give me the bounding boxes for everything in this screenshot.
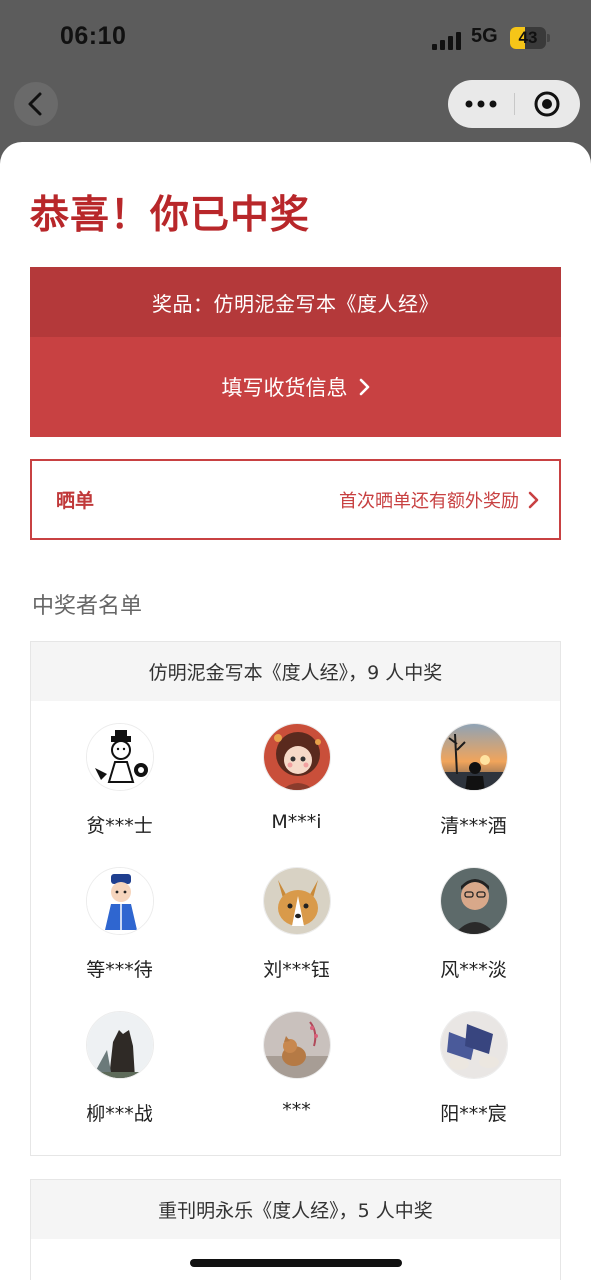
avatar — [440, 723, 508, 791]
chevron-right-icon — [358, 378, 370, 396]
avatar — [86, 867, 154, 935]
winner-item: 柳***战 — [31, 989, 208, 1125]
winner-item: 贫***士 — [31, 701, 208, 837]
mini-program-capsule — [448, 80, 580, 128]
winner-name: 贫***士 — [86, 815, 153, 837]
winner-name: 风***淡 — [440, 959, 507, 981]
share-order-hint: 首次晒单还有额外奖励 — [339, 487, 539, 513]
share-order-row[interactable]: 晒单 首次晒单还有额外奖励 — [30, 459, 561, 540]
battery-tip — [547, 34, 550, 42]
avatar — [263, 1011, 331, 1079]
back-button[interactable] — [14, 82, 58, 126]
close-button[interactable] — [514, 80, 580, 128]
prize-label: 奖品：仿明泥金写本《度人经》 — [30, 267, 561, 337]
result-sheet: 恭喜！你已中奖 奖品：仿明泥金写本《度人经》 填写收货信息 晒单 首次晒单还有额… — [0, 142, 591, 1280]
winner-name: 清***酒 — [440, 815, 507, 837]
page-title: 恭喜！你已中奖 — [30, 192, 311, 238]
avatar — [263, 723, 331, 791]
chevron-left-icon — [28, 92, 42, 116]
winner-name: *** — [282, 1099, 311, 1121]
chevron-right-icon — [527, 491, 539, 509]
winner-name: M***i — [271, 811, 322, 833]
avatar — [86, 1011, 154, 1079]
status-bar: 06:10 5G 43 — [0, 0, 591, 80]
battery-level: 43 — [518, 28, 538, 47]
winner-item: 风***淡 — [385, 845, 562, 981]
winner-name: 阳***宸 — [440, 1103, 507, 1125]
winners-list-title: 中奖者名单 — [32, 594, 143, 619]
winners-group-header: 仿明泥金写本《度人经》，9 人中奖 — [31, 642, 560, 701]
home-indicator — [190, 1259, 402, 1267]
winners-grid: 贫***士 M***i 清***酒 等***待 刘***钰 风***淡 柳***… — [31, 701, 560, 1156]
winner-item: 刘***钰 — [208, 845, 385, 981]
winner-name: 刘***钰 — [263, 959, 330, 981]
winner-item: 清***酒 — [385, 701, 562, 837]
winner-item: 阳***宸 — [385, 989, 562, 1125]
avatar — [263, 867, 331, 935]
share-order-hint-text: 首次晒单还有额外奖励 — [339, 490, 519, 512]
winner-name: 等***待 — [86, 959, 153, 981]
network-type: 5G — [471, 25, 498, 47]
winner-item: *** — [208, 989, 385, 1121]
target-close-icon — [534, 91, 560, 117]
status-time: 06:10 — [60, 22, 127, 50]
winner-item: M***i — [208, 701, 385, 833]
avatar — [440, 1011, 508, 1079]
fill-shipping-info-button[interactable]: 填写收货信息 — [30, 337, 561, 437]
more-dots-icon — [465, 100, 497, 108]
winners-group-header: 重刊明永乐《度人经》，5 人中奖 — [31, 1180, 560, 1239]
winner-item: 等***待 — [31, 845, 208, 981]
winner-name: 柳***战 — [86, 1103, 153, 1125]
signal-icon — [432, 30, 462, 50]
battery-icon: 43 — [510, 27, 546, 49]
fill-shipping-info-label: 填写收货信息 — [221, 376, 348, 400]
more-button[interactable] — [448, 80, 514, 128]
avatar — [440, 867, 508, 935]
avatar — [86, 723, 154, 791]
winners-group-card: 仿明泥金写本《度人经》，9 人中奖 贫***士 M***i 清***酒 等***… — [30, 641, 561, 1156]
share-order-label: 晒单 — [56, 490, 95, 512]
prize-card: 奖品：仿明泥金写本《度人经》 填写收货信息 — [30, 267, 561, 437]
